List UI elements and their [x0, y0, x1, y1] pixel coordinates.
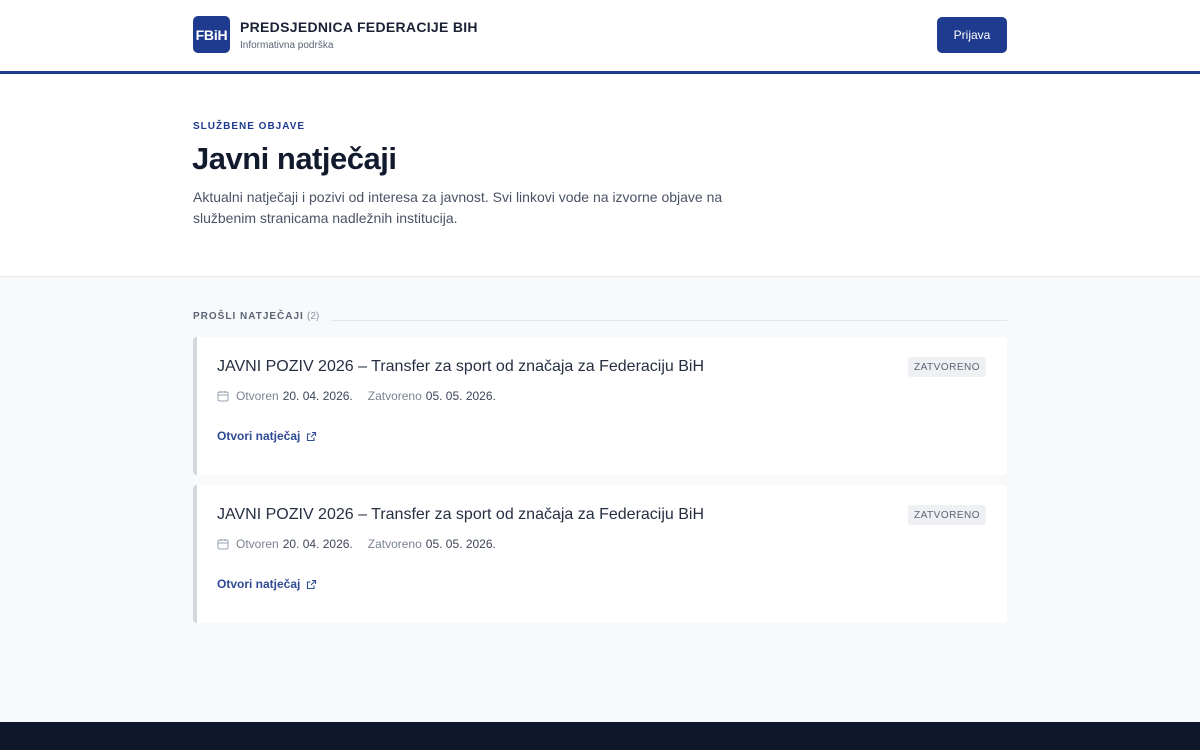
- external-link-icon: [307, 431, 317, 441]
- site-header: FBiH PREDSJEDNICA FEDERACIJE BIH Informa…: [0, 0, 1200, 74]
- closed-label: Zatvoreno: [367, 537, 422, 551]
- external-link-icon: [307, 579, 317, 589]
- brand-subtitle: Informativna podrška: [240, 40, 334, 51]
- calendar-icon: [217, 391, 229, 402]
- open-tender-link[interactable]: Otvori natječaj: [217, 429, 317, 443]
- closed-date: 05. 05. 2026.: [425, 389, 496, 403]
- opened-date: 20. 04. 2026.: [282, 537, 353, 551]
- eyebrow-label: SLUŽBENE OBJAVE: [193, 121, 306, 132]
- status-badge: ZATVORENO: [908, 357, 986, 377]
- login-button[interactable]: Prijava: [937, 17, 1007, 53]
- hero-section: SLUŽBENE OBJAVE Javni natječaji Aktualni…: [0, 74, 1200, 277]
- brand-title: PREDSJEDNICA FEDERACIJE BIH: [240, 19, 478, 35]
- logo[interactable]: FBiH: [193, 16, 230, 53]
- open-tender-link[interactable]: Otvori natječaj: [217, 577, 317, 591]
- opened-label: Otvoren: [236, 537, 279, 551]
- page-title: Javni natječaji: [192, 141, 397, 176]
- closed-label: Zatvoreno: [367, 389, 422, 403]
- status-badge: ZATVORENO: [908, 505, 986, 525]
- tender-card: JAVNI POZIV 2026 – Transfer za sport od …: [193, 337, 1007, 475]
- open-tender-label: Otvori natječaj: [217, 429, 301, 443]
- tender-card: JAVNI POZIV 2026 – Transfer za sport od …: [193, 485, 1007, 623]
- section-divider: [331, 320, 1007, 321]
- tender-title: JAVNI POZIV 2026 – Transfer za sport od …: [217, 506, 705, 523]
- page-description: Aktualni natječaji i pozivi od interesa …: [193, 189, 723, 226]
- section-label: PROŠLI NATJEČAJI: [193, 311, 304, 322]
- open-tender-label: Otvori natječaj: [217, 577, 301, 591]
- closed-date: 05. 05. 2026.: [425, 537, 496, 551]
- section-count: (2): [307, 311, 320, 322]
- tender-dates: Otvoren 20. 04. 2026. Zatvoreno 05. 05. …: [217, 389, 496, 403]
- tender-dates: Otvoren 20. 04. 2026. Zatvoreno 05. 05. …: [217, 537, 496, 551]
- tender-title: JAVNI POZIV 2026 – Transfer za sport od …: [217, 358, 705, 375]
- calendar-icon: [217, 539, 229, 550]
- site-footer: [0, 722, 1200, 750]
- opened-label: Otvoren: [236, 389, 279, 403]
- opened-date: 20. 04. 2026.: [282, 389, 353, 403]
